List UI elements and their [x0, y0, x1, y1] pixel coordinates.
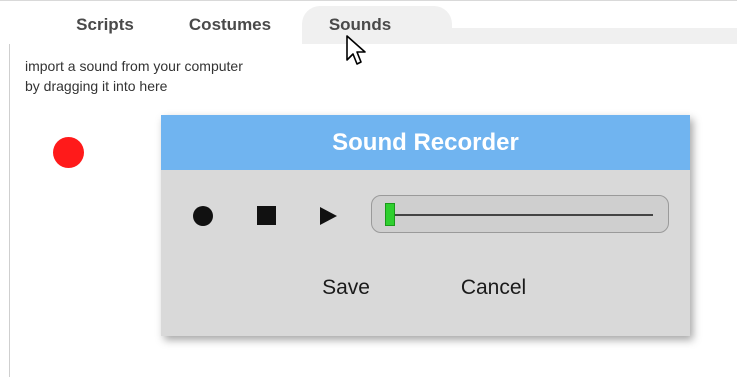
level-track	[389, 214, 653, 216]
level-meter	[371, 195, 669, 233]
play-icon[interactable]	[320, 207, 337, 225]
save-button[interactable]: Save	[301, 273, 391, 303]
cancel-button[interactable]: Cancel	[436, 273, 551, 303]
stop-icon[interactable]	[257, 206, 276, 225]
level-indicator	[385, 203, 395, 226]
mouse-pointer-icon	[346, 35, 366, 65]
record-sound-button[interactable]	[53, 137, 84, 168]
tab-strip-line	[0, 0, 737, 1]
import-hint-line-1: import a sound from your computer	[25, 58, 243, 74]
import-hint: import a sound from your computer by dra…	[25, 56, 243, 96]
import-hint-line-2: by dragging it into here	[25, 78, 168, 94]
sound-recorder-dialog: Sound Recorder Save Cancel	[161, 115, 690, 336]
tab-costumes[interactable]: Costumes	[170, 8, 290, 42]
tab-strip-background	[430, 28, 737, 44]
record-icon[interactable]	[193, 206, 213, 226]
dialog-title: Sound Recorder	[161, 115, 690, 170]
tab-scripts[interactable]: Scripts	[55, 8, 155, 42]
